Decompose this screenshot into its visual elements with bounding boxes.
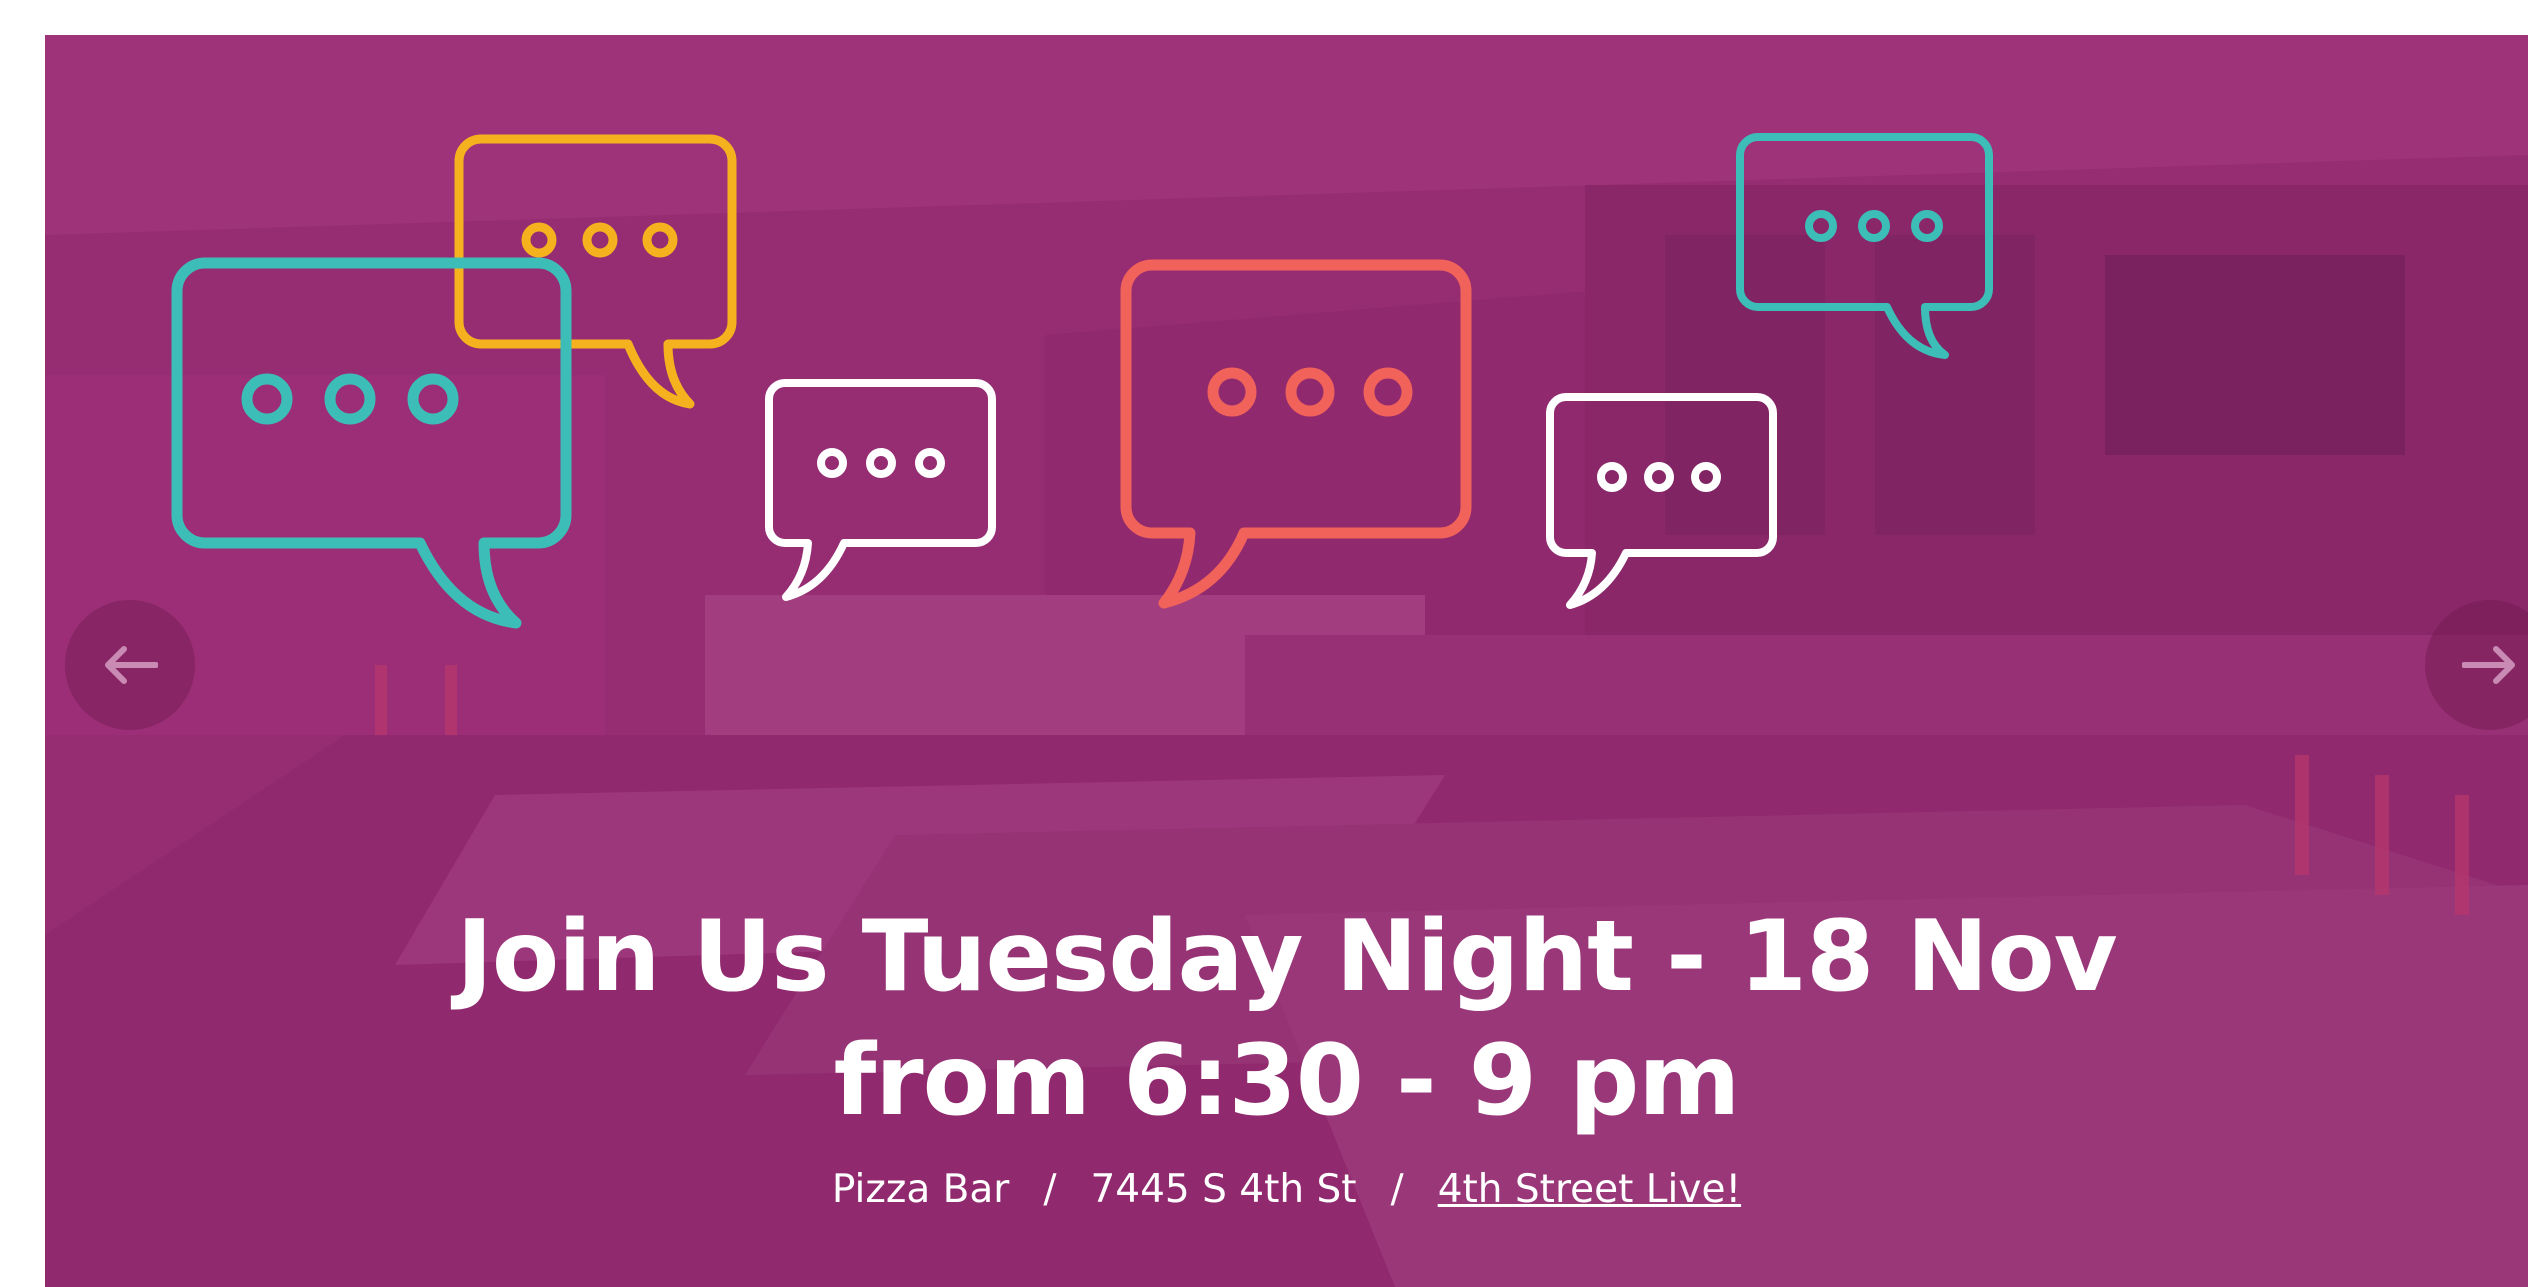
arrow-left-icon	[105, 646, 158, 684]
carousel-prev-button[interactable]	[65, 600, 195, 730]
headline-line-1: Join Us Tuesday Night - 18 Nov	[456, 900, 2117, 1014]
event-headline: Join Us Tuesday Night - 18 Nov from 6:30…	[45, 895, 2528, 1143]
event-details: Pizza Bar / 7445 S 4th St / 4th Street Live!	[45, 1167, 2528, 1212]
speech-bubble-icon	[1120, 259, 1472, 609]
speech-bubble-icon	[1546, 393, 1777, 609]
speech-bubbles	[171, 133, 1993, 629]
venue-address: 7445 S 4th St	[1090, 1167, 1357, 1212]
venue-link[interactable]: 4th Street Live!	[1438, 1167, 1741, 1212]
speech-bubble-icon	[171, 257, 572, 629]
speech-bubble-icon	[765, 379, 996, 601]
separator: /	[1043, 1167, 1057, 1212]
speech-bubble-icon	[1736, 133, 1993, 359]
venue-name: Pizza Bar	[831, 1167, 1010, 1212]
arrow-right-icon	[2462, 646, 2515, 684]
separator: /	[1390, 1167, 1404, 1212]
speech-bubble-icon	[454, 134, 737, 409]
headline-line-2: from 6:30 - 9 pm	[833, 1024, 1741, 1138]
hero-banner: Join Us Tuesday Night - 18 Nov from 6:30…	[45, 35, 2528, 1287]
